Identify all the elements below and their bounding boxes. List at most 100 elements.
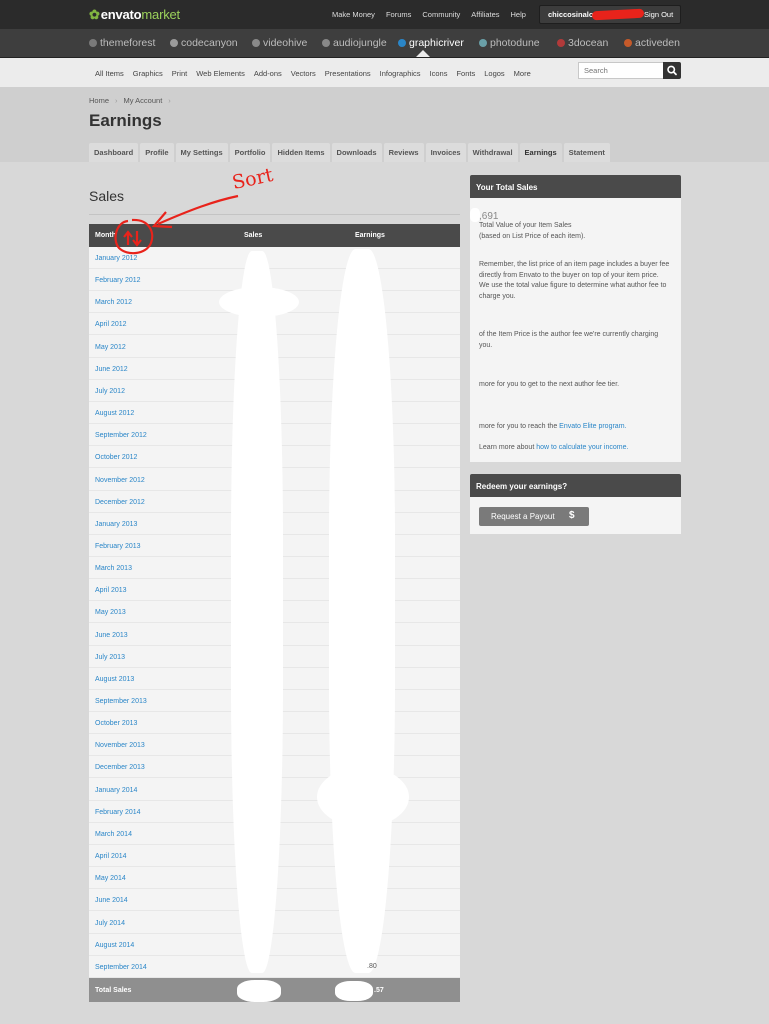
month-link[interactable]: March 2012 bbox=[95, 299, 132, 306]
market-label: 3docean bbox=[568, 37, 609, 49]
search-icon bbox=[667, 65, 677, 76]
column-sales[interactable]: Sales bbox=[244, 232, 262, 239]
top-nav-community[interactable]: Community bbox=[422, 10, 460, 19]
category-logos[interactable]: Logos bbox=[484, 69, 504, 78]
month-link[interactable]: December 2013 bbox=[95, 764, 145, 771]
learn-more-prefix: Learn more about bbox=[479, 444, 537, 451]
month-link[interactable]: July 2012 bbox=[95, 388, 125, 395]
elite-program-prefix: more for you to reach the bbox=[479, 423, 560, 430]
category-icons[interactable]: Icons bbox=[430, 69, 448, 78]
month-link[interactable]: September 2013 bbox=[95, 698, 147, 705]
month-link[interactable]: May 2012 bbox=[95, 344, 126, 351]
month-link[interactable]: September 2014 bbox=[95, 964, 147, 971]
divider bbox=[89, 214, 460, 215]
market-label: videohive bbox=[263, 37, 308, 49]
category-fonts[interactable]: Fonts bbox=[456, 69, 475, 78]
tab-statement[interactable]: Statement bbox=[563, 143, 610, 162]
market-3docean[interactable]: 3docean bbox=[557, 37, 608, 49]
column-earnings[interactable]: Earnings bbox=[355, 232, 385, 239]
sign-out-link[interactable]: Sign Out bbox=[644, 6, 673, 23]
month-link[interactable]: April 2012 bbox=[95, 321, 127, 328]
category-print[interactable]: Print bbox=[172, 69, 187, 78]
top-nav-affiliates[interactable]: Affiliates bbox=[471, 10, 499, 19]
logo-main: envato bbox=[100, 7, 142, 22]
category-web-elements[interactable]: Web Elements bbox=[196, 69, 245, 78]
month-link[interactable]: February 2014 bbox=[95, 809, 141, 816]
month-link[interactable]: February 2012 bbox=[95, 277, 141, 284]
month-link[interactable]: August 2012 bbox=[95, 410, 134, 417]
tab-earnings[interactable]: Earnings bbox=[519, 143, 562, 162]
request-payout-button[interactable]: Request a Payout $ bbox=[479, 507, 589, 526]
graphicriver-icon bbox=[398, 39, 406, 47]
month-link[interactable]: August 2013 bbox=[95, 676, 134, 683]
next-tier-text: more for you to get to the next author f… bbox=[479, 381, 620, 388]
market-photodune[interactable]: photodune bbox=[479, 37, 540, 49]
category-add-ons[interactable]: Add-ons bbox=[254, 69, 282, 78]
request-payout-label: Request a Payout bbox=[491, 512, 555, 521]
month-link[interactable]: May 2014 bbox=[95, 875, 126, 882]
search-input[interactable] bbox=[578, 62, 664, 79]
top-nav-make-money[interactable]: Make Money bbox=[332, 10, 375, 19]
month-link[interactable]: January 2012 bbox=[95, 255, 137, 262]
month-link[interactable]: November 2013 bbox=[95, 742, 145, 749]
month-link[interactable]: April 2014 bbox=[95, 853, 127, 860]
month-link[interactable]: January 2014 bbox=[95, 787, 137, 794]
month-link[interactable]: June 2012 bbox=[95, 366, 128, 373]
tab-dashboard[interactable]: Dashboard bbox=[89, 143, 139, 162]
category-infographics[interactable]: Infographics bbox=[380, 69, 421, 78]
month-link[interactable]: August 2014 bbox=[95, 942, 134, 949]
tab-my-settings[interactable]: My Settings bbox=[175, 143, 228, 162]
total-sales-panel-body: ,691 Total Value of your Item Sales (bas… bbox=[470, 198, 681, 462]
month-link[interactable]: October 2013 bbox=[95, 720, 137, 727]
column-month[interactable]: Month bbox=[95, 232, 116, 239]
market-label: graphicriver bbox=[409, 37, 464, 49]
month-link[interactable]: March 2013 bbox=[95, 565, 132, 572]
month-link[interactable]: September 2012 bbox=[95, 432, 147, 439]
tab-withdrawal[interactable]: Withdrawal bbox=[467, 143, 518, 162]
tab-invoices[interactable]: Invoices bbox=[425, 143, 466, 162]
month-link[interactable]: April 2013 bbox=[95, 587, 127, 594]
tab-profile[interactable]: Profile bbox=[140, 143, 174, 162]
market-label: themeforest bbox=[100, 37, 156, 49]
breadcrumb: Home › My Account › bbox=[89, 96, 177, 105]
month-link[interactable]: May 2013 bbox=[95, 609, 126, 616]
3docean-icon bbox=[557, 39, 565, 47]
month-link[interactable]: March 2014 bbox=[95, 831, 132, 838]
top-nav-forums[interactable]: Forums bbox=[386, 10, 411, 19]
market-videohive[interactable]: videohive bbox=[252, 37, 307, 49]
tab-downloads[interactable]: Downloads bbox=[331, 143, 382, 162]
month-link[interactable]: July 2013 bbox=[95, 654, 125, 661]
market-graphicriver[interactable]: graphicriver bbox=[398, 37, 464, 49]
tab-reviews[interactable]: Reviews bbox=[383, 143, 424, 162]
sales-table-header: Month Sales Earnings bbox=[89, 224, 460, 247]
month-link[interactable]: June 2013 bbox=[95, 632, 128, 639]
breadcrumb-my-account[interactable]: My Account bbox=[124, 96, 163, 105]
month-link[interactable]: October 2012 bbox=[95, 454, 137, 461]
month-link[interactable]: November 2012 bbox=[95, 477, 145, 484]
market-label: activeden bbox=[635, 37, 680, 49]
category-more[interactable]: More bbox=[514, 69, 531, 78]
calculate-income-link[interactable]: how to calculate your income. bbox=[536, 444, 628, 451]
market-themeforest[interactable]: themeforest bbox=[89, 37, 155, 49]
envato-elite-link[interactable]: Envato Elite program. bbox=[559, 423, 626, 430]
username[interactable]: chiccosinalo bbox=[548, 6, 593, 23]
breadcrumb-home[interactable]: Home bbox=[89, 96, 109, 105]
category-graphics[interactable]: Graphics bbox=[133, 69, 163, 78]
envato-market-logo[interactable]: ✿envatomarket bbox=[89, 7, 180, 23]
total-sales-label: Total Sales bbox=[95, 987, 132, 994]
market-activeden[interactable]: activeden bbox=[624, 37, 680, 49]
month-link[interactable]: February 2013 bbox=[95, 543, 141, 550]
month-link[interactable]: December 2012 bbox=[95, 499, 145, 506]
market-codecanyon[interactable]: codecanyon bbox=[170, 37, 238, 49]
category-vectors[interactable]: Vectors bbox=[291, 69, 316, 78]
tab-hidden-items[interactable]: Hidden Items bbox=[272, 143, 330, 162]
month-link[interactable]: July 2014 bbox=[95, 920, 125, 927]
month-link[interactable]: January 2013 bbox=[95, 521, 137, 528]
tab-portfolio[interactable]: Portfolio bbox=[229, 143, 271, 162]
category-presentations[interactable]: Presentations bbox=[325, 69, 371, 78]
market-audiojungle[interactable]: audiojungle bbox=[322, 37, 387, 49]
month-link[interactable]: June 2014 bbox=[95, 897, 128, 904]
top-nav-help[interactable]: Help bbox=[511, 10, 526, 19]
search-button[interactable] bbox=[663, 62, 681, 79]
category-all-items[interactable]: All Items bbox=[95, 69, 124, 78]
